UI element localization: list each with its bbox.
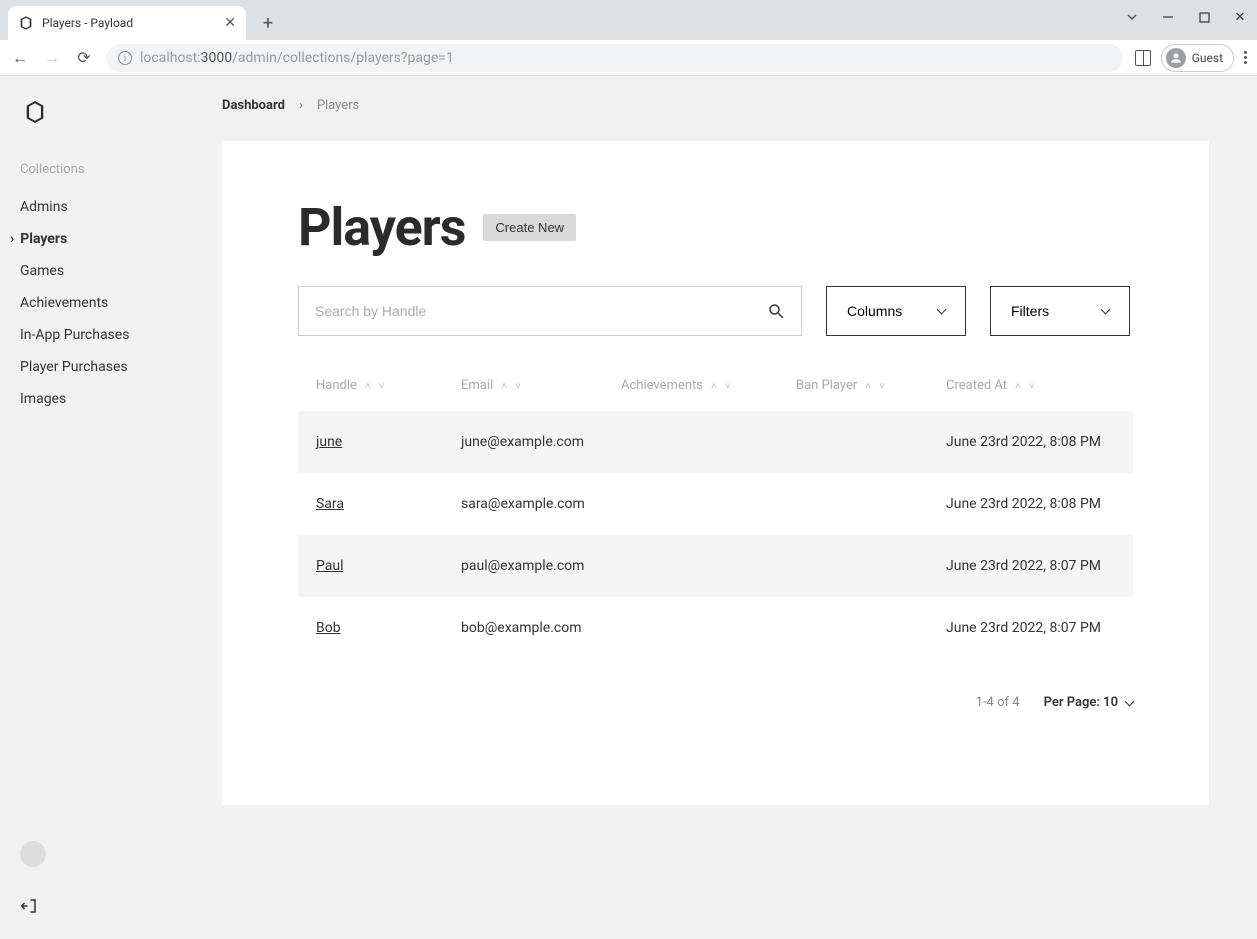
person-icon bbox=[1166, 48, 1186, 68]
row-handle-link[interactable]: Sara bbox=[316, 496, 344, 512]
row-ban bbox=[788, 411, 938, 473]
row-ban bbox=[788, 473, 938, 535]
col-header-created[interactable]: Created At˄˅ bbox=[938, 366, 1133, 411]
row-handle-link[interactable]: june bbox=[316, 434, 342, 450]
row-email: sara@example.com bbox=[453, 473, 613, 535]
row-created: June 23rd 2022, 8:08 PM bbox=[938, 411, 1133, 473]
players-table: Handle˄˅ Email˄˅ Achievements˄˅ Ban Play… bbox=[298, 366, 1133, 659]
row-achievements bbox=[613, 535, 788, 597]
chevron-down-icon bbox=[1101, 305, 1111, 315]
row-achievements bbox=[613, 473, 788, 535]
pagination-range: 1-4 of 4 bbox=[976, 695, 1020, 710]
sidebar-item-player-purchases[interactable]: Player Purchases bbox=[20, 351, 202, 383]
sort-desc-icon[interactable]: ˅ bbox=[879, 381, 885, 392]
row-email: bob@example.com bbox=[453, 597, 613, 659]
sidebar-item-inapp[interactable]: In-App Purchases bbox=[20, 319, 202, 351]
sort-asc-icon[interactable]: ˄ bbox=[501, 381, 507, 392]
search-box[interactable] bbox=[298, 286, 802, 336]
row-handle-link[interactable]: Bob bbox=[316, 620, 341, 636]
sidebar-item-admins[interactable]: Admins bbox=[20, 191, 202, 223]
chevron-down-icon[interactable] bbox=[1123, 8, 1141, 26]
tab-title: Players - Payload bbox=[42, 16, 216, 30]
user-avatar[interactable] bbox=[20, 841, 46, 867]
browser-tab-strip: Players - Payload ✕ + ✕ bbox=[0, 0, 1257, 40]
url-input[interactable]: i localhost:3000/admin/collections/playe… bbox=[106, 44, 1123, 72]
new-tab-button[interactable]: + bbox=[254, 9, 282, 37]
page-title: Players bbox=[298, 197, 465, 258]
row-handle-link[interactable]: Paul bbox=[316, 558, 344, 574]
sort-asc-icon[interactable]: ˄ bbox=[865, 381, 871, 392]
sort-desc-icon[interactable]: ˅ bbox=[379, 381, 385, 392]
logout-icon[interactable] bbox=[20, 897, 38, 915]
search-input[interactable] bbox=[315, 303, 767, 319]
sidebar-item-achievements[interactable]: Achievements bbox=[20, 287, 202, 319]
row-created: June 23rd 2022, 8:08 PM bbox=[938, 473, 1133, 535]
sidebar: Collections Admins Players Games Achieve… bbox=[0, 76, 222, 939]
table-row[interactable]: june june@example.com June 23rd 2022, 8:08… bbox=[298, 411, 1133, 473]
payload-favicon-icon bbox=[18, 15, 34, 31]
chevron-down-icon bbox=[1125, 696, 1135, 706]
forward-icon: → bbox=[42, 48, 62, 68]
row-created: June 23rd 2022, 8:07 PM bbox=[938, 535, 1133, 597]
close-window-icon[interactable]: ✕ bbox=[1231, 8, 1249, 26]
profile-button[interactable]: Guest bbox=[1161, 44, 1234, 72]
back-icon[interactable]: ← bbox=[10, 48, 30, 68]
per-page-selector[interactable]: Per Page: 10 bbox=[1044, 695, 1133, 710]
row-email: paul@example.com bbox=[453, 535, 613, 597]
sort-desc-icon[interactable]: ˅ bbox=[1029, 381, 1035, 392]
main-content: Dashboard › Players Players Create New C… bbox=[222, 76, 1257, 939]
breadcrumb-root[interactable]: Dashboard bbox=[222, 98, 285, 113]
payload-logo-icon[interactable] bbox=[24, 100, 46, 124]
row-achievements bbox=[613, 411, 788, 473]
sort-desc-icon[interactable]: ˅ bbox=[515, 381, 521, 392]
chevron-down-icon bbox=[937, 305, 947, 315]
breadcrumb: Dashboard › Players bbox=[222, 98, 1209, 113]
row-ban bbox=[788, 535, 938, 597]
sidebar-heading: Collections bbox=[20, 162, 202, 177]
sidebar-item-players[interactable]: Players bbox=[20, 223, 202, 255]
row-email: june@example.com bbox=[453, 411, 613, 473]
breadcrumb-current: Players bbox=[317, 98, 359, 113]
columns-dropdown[interactable]: Columns bbox=[826, 286, 966, 336]
close-tab-icon[interactable]: ✕ bbox=[224, 15, 236, 31]
chevron-right-icon: › bbox=[299, 98, 303, 113]
row-achievements bbox=[613, 597, 788, 659]
create-new-button[interactable]: Create New bbox=[483, 214, 576, 241]
table-row[interactable]: Sara sara@example.com June 23rd 2022, 8:08… bbox=[298, 473, 1133, 535]
sidebar-item-games[interactable]: Games bbox=[20, 255, 202, 287]
filters-dropdown[interactable]: Filters bbox=[990, 286, 1130, 336]
col-header-achievements[interactable]: Achievements˄˅ bbox=[613, 366, 788, 411]
sort-asc-icon[interactable]: ˄ bbox=[711, 381, 717, 392]
row-ban bbox=[788, 597, 938, 659]
row-created: June 23rd 2022, 8:07 PM bbox=[938, 597, 1133, 659]
search-icon[interactable] bbox=[767, 302, 785, 320]
browser-tab[interactable]: Players - Payload ✕ bbox=[8, 6, 246, 40]
col-header-handle[interactable]: Handle˄˅ bbox=[298, 366, 453, 411]
table-row[interactable]: Paul paul@example.com June 23rd 2022, 8:07… bbox=[298, 535, 1133, 597]
sort-asc-icon[interactable]: ˄ bbox=[365, 381, 371, 392]
minimize-icon[interactable] bbox=[1159, 8, 1177, 26]
col-header-email[interactable]: Email˄˅ bbox=[453, 366, 613, 411]
reload-icon[interactable]: ⟳ bbox=[74, 48, 94, 67]
site-info-icon[interactable]: i bbox=[118, 51, 132, 65]
col-header-ban[interactable]: Ban Player˄˅ bbox=[788, 366, 938, 411]
table-row[interactable]: Bob bob@example.com June 23rd 2022, 8:07 P… bbox=[298, 597, 1133, 659]
maximize-icon[interactable] bbox=[1195, 8, 1213, 26]
browser-address-bar: ← → ⟳ i localhost:3000/admin/collections… bbox=[0, 40, 1257, 76]
browser-menu-icon[interactable] bbox=[1244, 51, 1247, 64]
side-panel-icon[interactable] bbox=[1135, 50, 1151, 66]
sort-asc-icon[interactable]: ˄ bbox=[1015, 381, 1021, 392]
sort-desc-icon[interactable]: ˅ bbox=[725, 381, 731, 392]
sidebar-item-images[interactable]: Images bbox=[20, 383, 202, 415]
